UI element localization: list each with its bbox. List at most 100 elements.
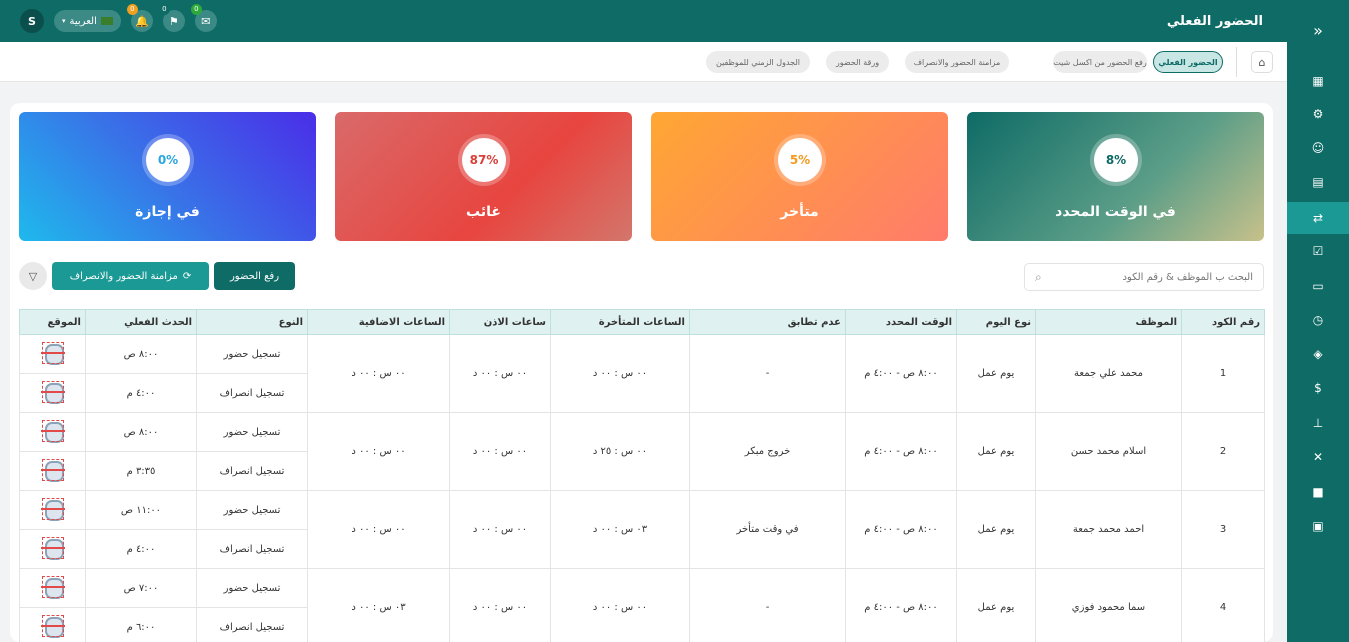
briefcase-icon[interactable]: ■ <box>1287 476 1349 508</box>
page: { "topbar": { "title": "الحضور الفعلي", … <box>0 0 1349 642</box>
table-row: 4 سما محمود فوزي يوم عمل ٨:٠٠ ص - ٤:٠٠ م… <box>19 568 1265 642</box>
tab-actual-attendance[interactable]: الحضور الفعلي <box>1153 51 1223 73</box>
cell-permission-hours: ٠٠ س : ٠٠ د <box>449 412 551 491</box>
bell-icon: 🔔 <box>135 14 149 28</box>
cell-overtime: ٠٠ س : ٠٠ د <box>307 490 450 569</box>
clock-icon[interactable]: ◷ <box>1287 304 1349 336</box>
tab-upload-excel[interactable]: رفع الحضور من اكسل شيت <box>1053 51 1147 73</box>
percent-value: 87% <box>462 138 506 182</box>
search-input[interactable] <box>1041 271 1253 283</box>
tab-employee-schedule[interactable]: الجدول الزمني للموظفين <box>706 51 810 73</box>
home-icon[interactable]: ⌂ <box>1251 51 1273 73</box>
sidebar: » ▦ ⚙ ☺ ▤ ⇄ ☑ ▭ ◷ ◈ $ ⊥ ✕ ■ ▣ <box>1287 0 1349 642</box>
cell-actual-time: ٨:٠٠ ص <box>85 412 197 452</box>
fingerprint-icon[interactable] <box>40 497 65 521</box>
fingerprint-icon[interactable] <box>40 575 65 599</box>
cell-location <box>19 607 86 642</box>
cell-type: تسجيل حضور <box>196 334 308 374</box>
sync-attendance-button[interactable]: مزامنة الحضور والانصراف ⟳ <box>52 262 209 290</box>
messages-badge: 0 <box>190 4 202 15</box>
calendar-icon[interactable]: ▤ <box>1287 166 1349 198</box>
cell-location <box>19 490 86 530</box>
org-chart-icon[interactable]: ⊥ <box>1287 407 1349 439</box>
cell-actual-time: ٤:٠٠ م <box>85 529 197 569</box>
sync-label: مزامنة الحضور والانصراف <box>69 270 178 282</box>
cell-day-type: يوم عمل <box>956 568 1036 642</box>
card-label: متأخر <box>780 204 819 220</box>
attendance-table: رقم الكود الموظف نوع اليوم الوقت المحدد … <box>19 309 1265 642</box>
user-icon[interactable]: ☺ <box>1287 132 1349 164</box>
cell-actual-time: ٤:٠٠ م <box>85 373 197 413</box>
fingerprint-icon[interactable] <box>40 614 65 638</box>
cell-overtime: ٠٣ س : ٠٠ د <box>307 568 450 642</box>
fingerprint-icon[interactable] <box>40 380 65 404</box>
collapse-icon[interactable]: » <box>1287 14 1349 46</box>
progress-ring: 8% <box>1090 134 1142 186</box>
refresh-icon: ⟳ <box>182 270 192 282</box>
fingerprint-icon[interactable] <box>40 341 65 365</box>
card-label: في إجازة <box>135 204 200 220</box>
cell-mismatch: - <box>689 568 846 642</box>
tab-sync-attendance[interactable]: مزامنة الحضور والانصراف <box>905 51 1009 73</box>
cell-scheduled: ٨:٠٠ ص - ٤:٠٠ م <box>845 568 957 642</box>
language-selector[interactable]: ▾ العربية <box>54 10 121 32</box>
on-leave-card: 0% في إجازة <box>19 112 316 241</box>
notifications-button[interactable]: 0 🔔 <box>126 4 153 32</box>
id-card-icon[interactable]: ▭ <box>1287 270 1349 302</box>
cell-type: تسجيل حضور <box>196 568 308 608</box>
percent-value: 5% <box>778 138 822 182</box>
cell-permission-hours: ٠٠ س : ٠٠ د <box>449 490 551 569</box>
col-day-type: نوع اليوم <box>956 309 1036 335</box>
cell-actual-time: ٧:٠٠ ص <box>85 568 197 608</box>
cell-location <box>19 451 86 491</box>
cell-scheduled: ٨:٠٠ ص - ٤:٠٠ م <box>845 490 957 569</box>
cell-code: 2 <box>1181 412 1265 491</box>
cell-employee: اسلام محمد حسن <box>1035 412 1182 491</box>
cell-mismatch: خروج مبكر <box>689 412 846 491</box>
payroll-icon[interactable]: $ <box>1287 372 1349 404</box>
upload-label: رفع الحضور <box>229 270 280 282</box>
attendance-icon[interactable]: ⇄ <box>1287 202 1349 234</box>
fingerprint-icon[interactable] <box>40 419 65 443</box>
flags-button[interactable]: 0 ⚑ <box>158 4 185 32</box>
layers-icon[interactable]: ◈ <box>1287 338 1349 370</box>
cell-permission-hours: ٠٠ س : ٠٠ د <box>449 568 551 642</box>
cell-late-hours: ٠٠ س : ٠٠ د <box>550 334 690 413</box>
chevron-down-icon: ▾ <box>62 17 66 25</box>
table-header: رقم الكود الموظف نوع اليوم الوقت المحدد … <box>19 309 1265 335</box>
progress-ring: 87% <box>458 134 510 186</box>
cell-actual-time: ٨:٠٠ ص <box>85 334 197 374</box>
schedule-icon[interactable]: ☑ <box>1287 235 1349 267</box>
dashboard-icon[interactable]: ▦ <box>1287 65 1349 97</box>
cell-actual-time: ١١:٠٠ ص <box>85 490 197 530</box>
cell-scheduled: ٨:٠٠ ص - ٤:٠٠ م <box>845 412 957 491</box>
table-row: 1 محمد علي جمعة يوم عمل ٨:٠٠ ص - ٤:٠٠ م … <box>19 334 1265 413</box>
col-code: رقم الكود <box>1181 309 1265 335</box>
top-bar: S ▾ العربية 0 🔔 0 ⚑ 0 ✉ الحضور الفعلي <box>0 0 1287 42</box>
settings-icon[interactable]: ⚙ <box>1287 98 1349 130</box>
divider <box>1236 47 1237 77</box>
upload-attendance-button[interactable]: رفع الحضور <box>214 262 295 290</box>
percent-value: 0% <box>146 138 190 182</box>
col-actual-event: الحدث الفعلي <box>85 309 197 335</box>
avatar[interactable]: S <box>20 9 44 33</box>
cell-location <box>19 334 86 374</box>
cell-late-hours: ٠٠ س : ٠٠ د <box>550 568 690 642</box>
messages-button[interactable]: 0 ✉ <box>190 4 217 32</box>
tab-attendance-sheet[interactable]: ورقة الحضور <box>826 51 889 73</box>
table-row: 3 احمد محمد جمعة يوم عمل ٨:٠٠ ص - ٤:٠٠ م… <box>19 490 1265 569</box>
cell-day-type: يوم عمل <box>956 490 1036 569</box>
fingerprint-icon[interactable] <box>40 458 65 482</box>
cell-scheduled: ٨:٠٠ ص - ٤:٠٠ م <box>845 334 957 413</box>
flag-message-icon: ⚑ <box>168 14 179 28</box>
cell-day-type: يوم عمل <box>956 412 1036 491</box>
cell-location <box>19 568 86 608</box>
filter-icon[interactable]: ▽ <box>19 262 47 290</box>
col-location: الموقع <box>19 309 86 335</box>
fingerprint-icon[interactable] <box>40 536 65 560</box>
cell-actual-time: ٣:٣٥ م <box>85 451 197 491</box>
cell-employee: سما محمود فوزي <box>1035 568 1182 642</box>
user-x-icon[interactable]: ✕ <box>1287 441 1349 473</box>
document-icon[interactable]: ▣ <box>1287 510 1349 542</box>
cell-type: تسجيل انصراف <box>196 607 308 642</box>
